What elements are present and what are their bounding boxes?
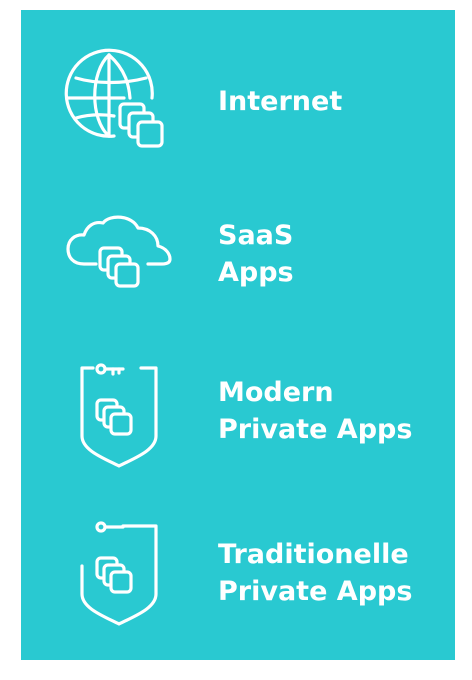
globe-with-apps-icon xyxy=(64,48,176,160)
label-line: Private Apps xyxy=(218,576,413,607)
item-label-traditional-private-apps: Traditionelle Private Apps xyxy=(218,536,412,610)
label-line: Internet xyxy=(218,86,343,117)
cloud-with-apps-icon xyxy=(66,215,176,302)
label-line: SaaS xyxy=(218,220,294,251)
label-line: Private Apps xyxy=(218,414,413,445)
item-label-modern-private-apps: Modern Private Apps xyxy=(218,374,412,448)
label-line: Traditionelle xyxy=(218,539,409,570)
shield-key-apps-legacy-icon xyxy=(79,521,163,628)
item-label-saas-apps: SaaS Apps xyxy=(218,217,294,291)
label-line: Apps xyxy=(218,257,294,288)
item-label-internet: Internet xyxy=(218,83,342,120)
label-line: Modern xyxy=(218,377,334,408)
shield-key-apps-icon xyxy=(79,363,163,470)
access-types-panel: Internet SaaS Apps Modern Private Apps T… xyxy=(21,10,455,660)
